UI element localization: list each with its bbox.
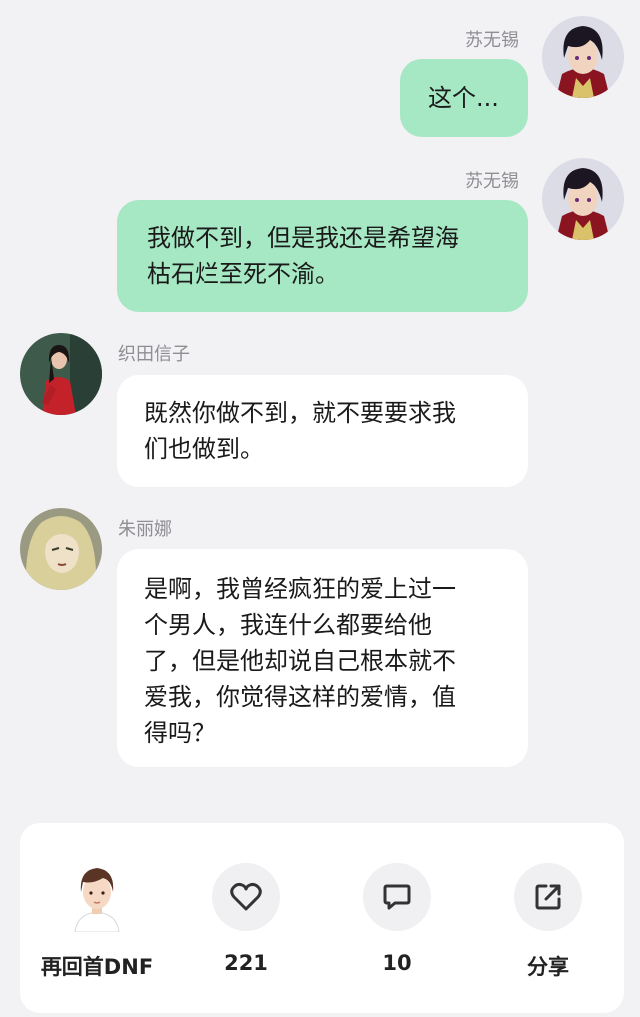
bubble-line: 得吗？ — [144, 719, 216, 747]
bubble-line: 爱我，你觉得这样的爱情，值 — [144, 683, 456, 711]
comment-icon-wrap — [363, 863, 431, 931]
share-icon — [535, 884, 561, 910]
heart-icon — [230, 882, 262, 911]
share-icon-wrap — [514, 863, 582, 931]
bubble-line: 们也做到。 — [144, 435, 264, 463]
share-label: 分享 — [527, 955, 569, 979]
bubble-line: 我做不到，但是我还是希望海 — [147, 224, 459, 252]
action-bar: 再回首DNF 221 10 分享 — [20, 823, 624, 1013]
sender-avatar[interactable] — [20, 508, 102, 590]
chat-screen: 苏无锡 这个... 苏无锡 我做不到，但是我还是希望海 枯石烂至死不渝。 织田信… — [0, 0, 640, 1017]
author-name: 再回首DNF — [40, 955, 154, 979]
sender-name: 苏无锡 — [465, 171, 519, 192]
sender-avatar[interactable] — [20, 333, 102, 415]
bubble-line: 既然你做不到，就不要要求我 — [144, 399, 456, 427]
message-bubble[interactable]: 这个... — [400, 59, 528, 137]
share-button[interactable]: 分享 — [473, 863, 623, 983]
bubble-line: 枯石烂至死不渝。 — [147, 260, 339, 288]
comment-icon — [383, 884, 411, 910]
sender-name: 苏无锡 — [465, 30, 519, 51]
message-bubble[interactable]: 既然你做不到，就不要要求我 们也做到。 — [117, 375, 528, 487]
sender-name: 朱丽娜 — [118, 519, 172, 540]
comment-count: 10 — [382, 951, 412, 975]
author-avatar — [63, 863, 131, 932]
comment-button[interactable]: 10 — [322, 863, 472, 983]
bubble-line: 这个... — [428, 84, 499, 112]
sender-avatar[interactable] — [542, 16, 624, 98]
like-count: 221 — [224, 951, 268, 975]
message-bubble[interactable]: 我做不到，但是我还是希望海 枯石烂至死不渝。 — [117, 200, 528, 312]
sender-name: 织田信子 — [118, 344, 190, 365]
author-profile-button[interactable]: 再回首DNF — [22, 863, 172, 983]
bubble-line: 个男人，我连什么都要给他 — [144, 611, 432, 639]
like-button[interactable]: 221 — [171, 863, 321, 983]
bubble-line: 是啊，我曾经疯狂的爱上过一 — [144, 575, 456, 603]
sender-avatar[interactable] — [542, 158, 624, 240]
bubble-line: 了，但是他却说自己根本就不 — [144, 647, 456, 675]
like-icon-wrap — [212, 863, 280, 931]
message-bubble[interactable]: 是啊，我曾经疯狂的爱上过一 个男人，我连什么都要给他 了，但是他却说自己根本就不… — [117, 549, 528, 767]
